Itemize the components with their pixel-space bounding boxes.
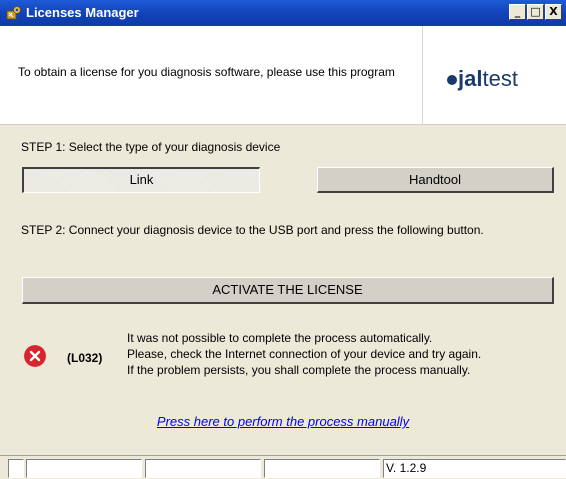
status-cell-3 bbox=[264, 459, 380, 478]
status-cell-1 bbox=[26, 459, 142, 478]
error-code: (L032) bbox=[67, 351, 103, 365]
step1-text: STEP 1: Select the type of your diagnosi… bbox=[21, 140, 281, 154]
activate-license-button[interactable]: ACTIVATE THE LICENSE bbox=[22, 277, 554, 304]
maximize-button[interactable]: □ bbox=[527, 4, 544, 20]
close-button[interactable]: X bbox=[545, 4, 562, 20]
title-bar[interactable]: Licenses Manager _ □ X bbox=[0, 0, 566, 26]
error-line-3: If the problem persists, you shall compl… bbox=[127, 363, 471, 377]
logo-dot-icon bbox=[447, 75, 457, 85]
status-cell-2 bbox=[145, 459, 261, 478]
licenses-app-icon bbox=[6, 6, 21, 20]
error-line-2: Please, check the Internet connection of… bbox=[127, 347, 482, 361]
logo-brand-part1: jal bbox=[458, 66, 483, 91]
error-x-icon bbox=[24, 345, 46, 367]
error-line-1: It was not possible to complete the proc… bbox=[127, 331, 433, 345]
jaltest-logo: jaltest bbox=[447, 66, 557, 96]
handtool-device-button[interactable]: Handtool bbox=[317, 167, 554, 193]
link-device-button[interactable]: Link bbox=[22, 167, 260, 193]
error-message: It was not possible to complete the proc… bbox=[127, 330, 557, 378]
header-instruction: To obtain a license for you diagnosis so… bbox=[18, 65, 395, 79]
minimize-button[interactable]: _ bbox=[509, 4, 526, 20]
main-content: STEP 1: Select the type of your diagnosi… bbox=[0, 125, 566, 455]
licenses-manager-window: Licenses Manager _ □ X To obtain a licen… bbox=[0, 0, 566, 479]
logo-brand-part2: test bbox=[482, 66, 518, 91]
window-title: Licenses Manager bbox=[26, 5, 139, 20]
header-divider bbox=[422, 26, 423, 124]
status-bar: V. 1.2.9 bbox=[0, 455, 566, 479]
header-panel: To obtain a license for you diagnosis so… bbox=[0, 26, 566, 125]
manual-process-link[interactable]: Press here to perform the process manual… bbox=[0, 414, 566, 429]
step2-text: STEP 2: Connect your diagnosis device to… bbox=[21, 223, 484, 237]
status-cell-0 bbox=[8, 459, 24, 478]
version-label: V. 1.2.9 bbox=[383, 459, 566, 478]
